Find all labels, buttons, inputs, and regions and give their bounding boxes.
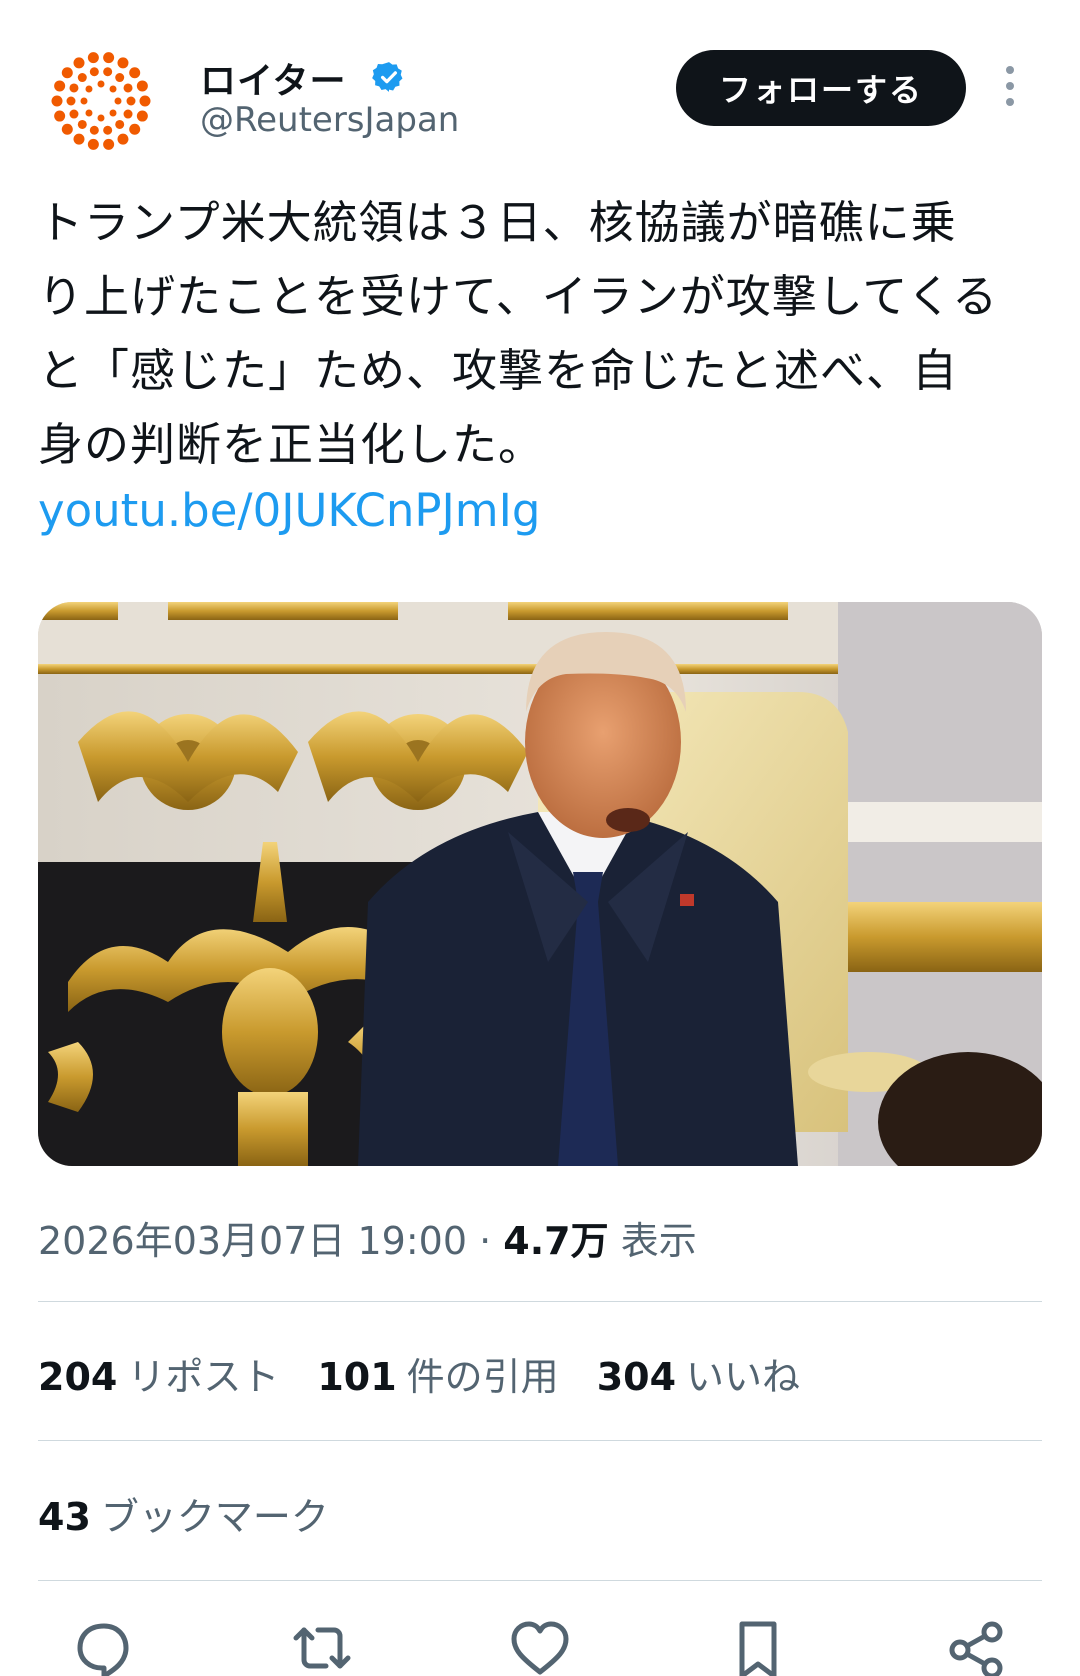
views-count: 4.7万 xyxy=(503,1219,609,1263)
logo-dot xyxy=(97,114,105,122)
bookmark-icon[interactable] xyxy=(728,1620,788,1676)
bookmarks-stat[interactable]: 43 ブックマーク xyxy=(38,1486,329,1541)
tweet-meta: 2026年03月07日 19:00 · 4.7万 表示 xyxy=(38,1210,697,1265)
likes-label: いいね xyxy=(686,1355,801,1399)
timestamp[interactable]: 2026年03月07日 19:00 xyxy=(38,1219,467,1263)
logo-dot xyxy=(69,83,79,93)
logo-dot xyxy=(54,80,66,92)
logo-dot xyxy=(117,57,129,69)
reposts-count: 204 xyxy=(38,1355,118,1399)
logo-dot xyxy=(87,138,99,150)
action-bar xyxy=(38,1620,1042,1676)
logo-dot xyxy=(109,85,117,93)
reuters-logo-icon xyxy=(51,52,151,150)
divider xyxy=(38,1580,1042,1581)
engagement-stats: 204 リポスト 101 件の引用 304 いいね xyxy=(38,1346,800,1401)
logo-dot xyxy=(54,110,66,122)
user-handle[interactable]: @ReutersJapan xyxy=(200,100,459,140)
views-label: 表示 xyxy=(620,1219,697,1263)
logo-dot xyxy=(114,97,122,105)
meta-separator: · xyxy=(467,1219,504,1263)
logo-dot xyxy=(103,138,115,150)
share-icon[interactable] xyxy=(946,1620,1006,1676)
logo-dot xyxy=(129,67,141,79)
reposts-stat[interactable]: 204 リポスト xyxy=(38,1346,279,1401)
divider xyxy=(38,1440,1042,1441)
logo-dot xyxy=(115,119,125,129)
bookmarks-count: 43 xyxy=(38,1495,91,1539)
reposts-label: リポスト xyxy=(127,1355,280,1399)
likes-count: 304 xyxy=(596,1355,677,1399)
logo-dot xyxy=(89,125,99,135)
divider xyxy=(38,1301,1042,1302)
more-vertical-icon[interactable] xyxy=(1002,66,1018,110)
logo-dot xyxy=(73,57,85,69)
tweet-text: トランプ米大統領は３日、核協議が暗礁に乗 り上げたことを受けて、イランが攻撃して… xyxy=(38,196,999,471)
logo-dot xyxy=(69,109,79,119)
logo-dot xyxy=(103,67,113,77)
logo-dot xyxy=(123,83,133,93)
like-icon[interactable] xyxy=(510,1620,570,1676)
quotes-count: 101 xyxy=(317,1355,397,1399)
logo-dot xyxy=(123,109,133,119)
logo-dot xyxy=(115,73,125,83)
logo-dot xyxy=(80,97,88,105)
logo-dot xyxy=(126,96,136,106)
logo-dot xyxy=(85,85,93,93)
logo-dot xyxy=(61,67,73,79)
photo-illustration xyxy=(38,602,1042,1166)
logo-dot xyxy=(103,125,113,135)
logo-dot xyxy=(73,133,85,145)
logo-dot xyxy=(97,80,105,88)
logo-dot xyxy=(61,123,73,135)
quotes-label: 件の引用 xyxy=(406,1355,559,1399)
logo-dot xyxy=(66,96,76,106)
bookmarks-label: ブックマーク xyxy=(100,1495,329,1539)
tweet-media-photo[interactable] xyxy=(38,602,1042,1166)
logo-dot xyxy=(77,119,87,129)
logo-dot xyxy=(136,80,148,92)
logo-dot xyxy=(129,123,141,135)
logo-dot xyxy=(87,52,99,64)
logo-dot xyxy=(77,73,87,83)
follow-button[interactable]: フォローする xyxy=(676,50,966,126)
tweet-link[interactable]: youtu.be/0JUKCnPJmIg xyxy=(38,484,540,537)
logo-dot xyxy=(103,52,115,64)
logo-dot xyxy=(89,67,99,77)
logo-dot xyxy=(139,95,151,107)
reply-icon[interactable] xyxy=(74,1620,134,1676)
quotes-stat[interactable]: 101 件の引用 xyxy=(317,1346,558,1401)
logo-dot xyxy=(136,110,148,122)
logo-dot xyxy=(109,109,117,117)
logo-dot xyxy=(117,133,129,145)
repost-icon[interactable] xyxy=(292,1620,352,1676)
likes-stat[interactable]: 304 いいね xyxy=(597,1346,800,1401)
tweet-header: ロイター @ReutersJapan フォローする xyxy=(0,0,1080,160)
logo-dot xyxy=(85,109,93,117)
reuters-avatar[interactable] xyxy=(46,46,156,156)
logo-dot xyxy=(51,95,63,107)
display-name[interactable]: ロイター xyxy=(200,52,347,104)
verified-badge-icon xyxy=(372,62,403,92)
